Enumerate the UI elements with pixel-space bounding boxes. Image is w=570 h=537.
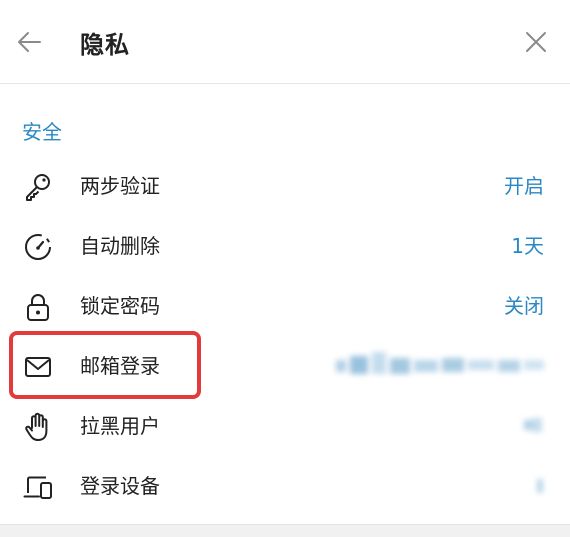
devices-icon [23, 476, 52, 499]
row-value: 1天 [511, 234, 544, 258]
row-label: 拉黑用户 [80, 414, 160, 438]
row-login-devices[interactable]: 登录设备 [0, 456, 570, 516]
highlight-annotation-box [9, 331, 201, 399]
row-auto-delete[interactable]: 自动删除 1天 [0, 216, 570, 276]
row-value: 关闭 [504, 294, 544, 318]
row-value: 开启 [504, 174, 544, 198]
row-label: 登录设备 [80, 474, 160, 498]
page-title: 隐私 [80, 31, 130, 59]
hand-icon [25, 412, 48, 441]
key-icon [26, 174, 50, 201]
section-title-security: 安全 [22, 120, 62, 144]
bottom-divider [0, 524, 570, 537]
arrow-left-icon[interactable] [14, 27, 44, 57]
redacted-email-value [336, 352, 544, 378]
row-label: 自动删除 [80, 234, 160, 258]
timer-icon [25, 234, 51, 260]
row-label: 锁定密码 [80, 294, 160, 318]
lock-icon [27, 294, 49, 321]
row-two-step-verification[interactable]: 两步验证 开启 [0, 156, 570, 216]
row-passcode-lock[interactable]: 锁定密码 关闭 [0, 276, 570, 336]
row-label: 两步验证 [80, 174, 160, 198]
redacted-device-value [534, 476, 546, 496]
redacted-count-value [522, 416, 546, 436]
row-blocked-users[interactable]: 拉黑用户 [0, 396, 570, 456]
header-bar: 隐私 [0, 0, 570, 84]
close-icon[interactable] [522, 28, 550, 56]
